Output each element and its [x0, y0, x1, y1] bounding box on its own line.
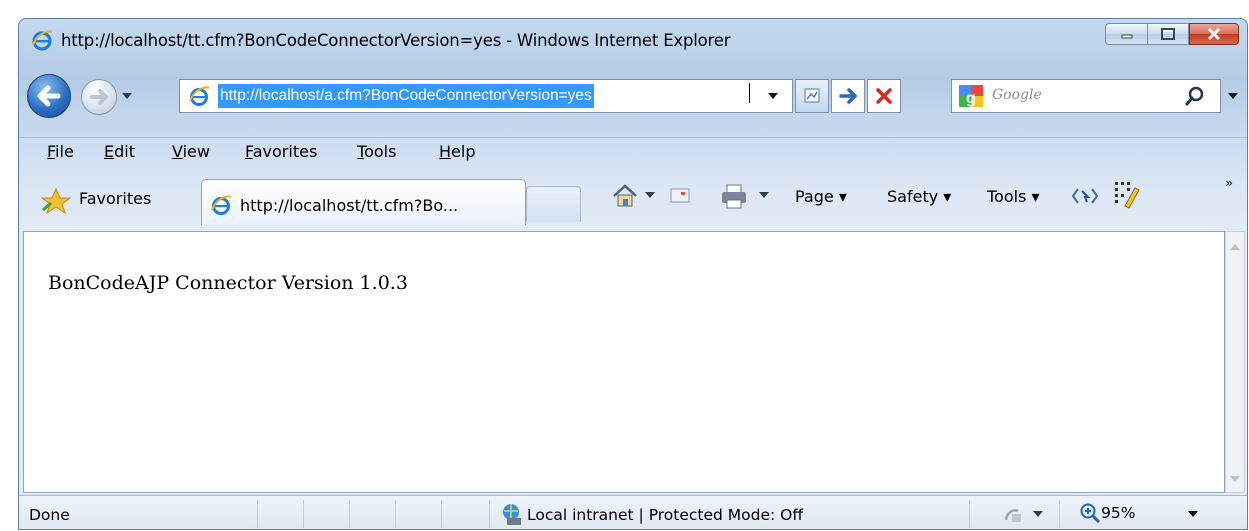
research-icon[interactable] [1113, 180, 1141, 210]
address-input[interactable]: http://localhost/a.cfm?BonCodeConnectorV… [218, 84, 594, 108]
recent-pages-dropdown-icon[interactable] [122, 93, 132, 101]
safety-menu-label: Safety [887, 187, 939, 206]
zoom-level[interactable]: 95% [1101, 504, 1135, 522]
minimize-icon [1121, 34, 1132, 39]
status-bar: Done Local intranet | Protected Mode: Of… [19, 495, 1247, 529]
menu-edit[interactable]: Edit [104, 142, 135, 161]
connector-version-text: BonCodeAJP Connector Version 1.0.3 [48, 272, 408, 294]
status-divider [395, 500, 396, 528]
status-text: Done [29, 506, 70, 524]
menu-tools[interactable]: Tools [357, 142, 396, 161]
title-bar: http://localhost/tt.cfm?BonCodeConnector… [19, 19, 1247, 61]
close-icon [1207, 27, 1221, 41]
caption-buttons [1105, 23, 1239, 47]
compatibility-view-button[interactable] [795, 79, 829, 113]
maximize-icon [1161, 28, 1175, 40]
home-icon[interactable] [611, 182, 639, 210]
navigation-bar: http://localhost/a.cfm?BonCodeConnectorV… [19, 71, 1247, 121]
safety-menu[interactable]: Safety ▾ [887, 187, 951, 206]
protected-mode-icon[interactable] [1003, 506, 1023, 524]
favorites-star-icon[interactable] [41, 188, 71, 214]
page-ie-icon [189, 86, 210, 106]
page-menu-label: Page [795, 187, 834, 206]
forward-button[interactable] [81, 79, 117, 115]
address-dropdown-icon[interactable] [767, 93, 779, 101]
feeds-icon[interactable] [669, 184, 693, 206]
scroll-up-icon[interactable] [1226, 238, 1244, 256]
tab-active[interactable]: http://localhost/tt.cfm?Bo... [201, 179, 526, 225]
menu-favorites[interactable]: Favorites [245, 142, 317, 161]
search-box[interactable]: g Google [951, 79, 1221, 113]
developer-tools-icon[interactable] [1071, 185, 1099, 207]
search-options-dropdown-icon[interactable] [1227, 93, 1239, 101]
new-tab-button[interactable] [526, 186, 581, 222]
status-divider [969, 500, 970, 528]
maximize-button[interactable] [1147, 23, 1189, 45]
menu-file[interactable]: File [47, 142, 74, 161]
tools-menu[interactable]: Tools ▾ [987, 187, 1040, 206]
tab-ie-icon [211, 195, 232, 215]
menu-help[interactable]: Help [439, 142, 475, 161]
status-divider [441, 500, 442, 528]
status-divider [489, 500, 490, 528]
minimize-button[interactable] [1105, 23, 1147, 45]
status-divider [303, 500, 304, 528]
back-arrow-icon [37, 85, 61, 107]
go-button[interactable] [831, 79, 865, 113]
status-divider [349, 500, 350, 528]
status-divider [257, 500, 258, 528]
back-button[interactable] [27, 74, 71, 118]
print-icon[interactable] [719, 182, 749, 210]
search-placeholder: Google [992, 87, 1042, 103]
stop-button[interactable] [867, 79, 901, 113]
menu-bar: File Edit View Favorites Tools Help [19, 137, 1247, 166]
compatibility-view-icon [804, 88, 820, 103]
print-dropdown-icon[interactable] [759, 192, 769, 200]
go-arrow-icon [839, 88, 858, 104]
vertical-scrollbar[interactable] [1225, 231, 1245, 493]
security-zone-text[interactable]: Local intranet | Protected Mode: Off [527, 506, 803, 524]
more-commands-chevron-icon[interactable]: » [1225, 176, 1233, 190]
favorites-button[interactable]: Favorites [79, 189, 151, 208]
text-caret [749, 83, 750, 103]
zoom-icon[interactable] [1079, 502, 1101, 524]
stop-x-icon [876, 88, 892, 104]
tab-label: http://localhost/tt.cfm?Bo... [240, 196, 459, 215]
svg-text:g: g [966, 90, 976, 107]
page-content: BonCodeAJP Connector Version 1.0.3 [23, 231, 1225, 493]
tools-menu-label: Tools [987, 187, 1027, 206]
google-provider-icon: g [959, 85, 983, 107]
window-title: http://localhost/tt.cfm?BonCodeConnector… [61, 31, 731, 50]
page-menu[interactable]: Page ▾ [795, 187, 847, 206]
favorites-command-bar: Favorites http://localhost/tt.cfm?Bo... … [19, 172, 1247, 225]
menu-view[interactable]: View [172, 142, 210, 161]
protected-mode-dropdown-icon[interactable] [1033, 511, 1043, 519]
ie-logo-icon [32, 30, 53, 51]
browser-window: http://localhost/tt.cfm?BonCodeConnector… [18, 18, 1248, 530]
status-divider [1059, 500, 1060, 528]
local-intranet-icon[interactable] [499, 502, 523, 526]
address-bar[interactable]: http://localhost/a.cfm?BonCodeConnectorV… [179, 79, 793, 113]
close-button[interactable] [1189, 23, 1239, 45]
forward-arrow-icon [90, 89, 109, 105]
zoom-dropdown-icon[interactable] [1187, 511, 1199, 519]
scroll-down-icon[interactable] [1226, 470, 1244, 488]
home-dropdown-icon[interactable] [645, 192, 655, 200]
search-icon[interactable] [1184, 85, 1206, 107]
